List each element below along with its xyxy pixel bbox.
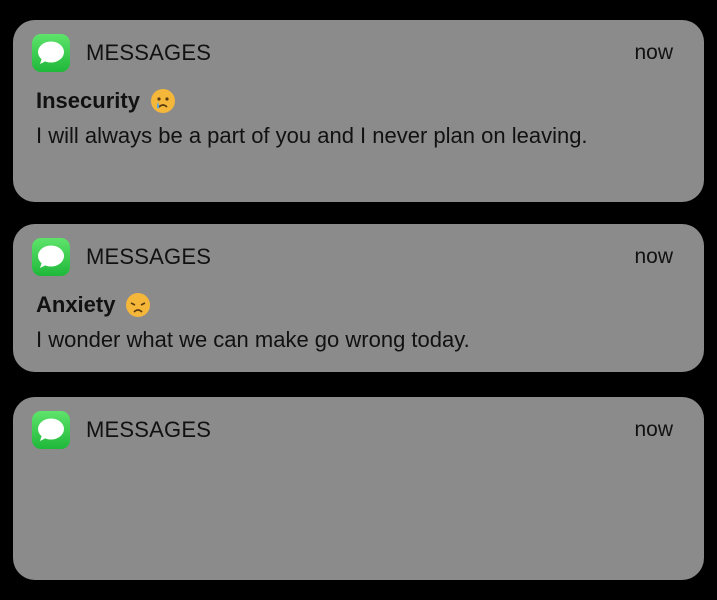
app-name: MESSAGES <box>86 244 212 269</box>
timestamp: now <box>634 245 673 268</box>
messages-app-icon <box>32 411 70 449</box>
app-name: MESSAGES <box>86 417 212 442</box>
disappointed-face-icon <box>126 293 151 317</box>
messages-app-icon <box>32 34 70 72</box>
message-body: I wonder what we can make go wrong today… <box>36 327 470 352</box>
timestamp: now <box>634 418 673 441</box>
messages-app-icon <box>32 238 70 276</box>
notification-card[interactable]: MESSAGES now Insecurity I will always be… <box>13 20 704 202</box>
sender-name: Insecurity <box>36 88 140 113</box>
notification-card[interactable]: MESSAGES now Anxiety I wonder what we ca… <box>13 224 704 372</box>
timestamp: now <box>634 41 673 64</box>
notification-card[interactable]: MESSAGES now <box>13 397 704 580</box>
crying-face-icon <box>150 89 175 113</box>
sender-name: Anxiety <box>36 292 116 317</box>
message-body: I will always be a part of you and I nev… <box>36 123 588 148</box>
app-name: MESSAGES <box>86 40 212 65</box>
